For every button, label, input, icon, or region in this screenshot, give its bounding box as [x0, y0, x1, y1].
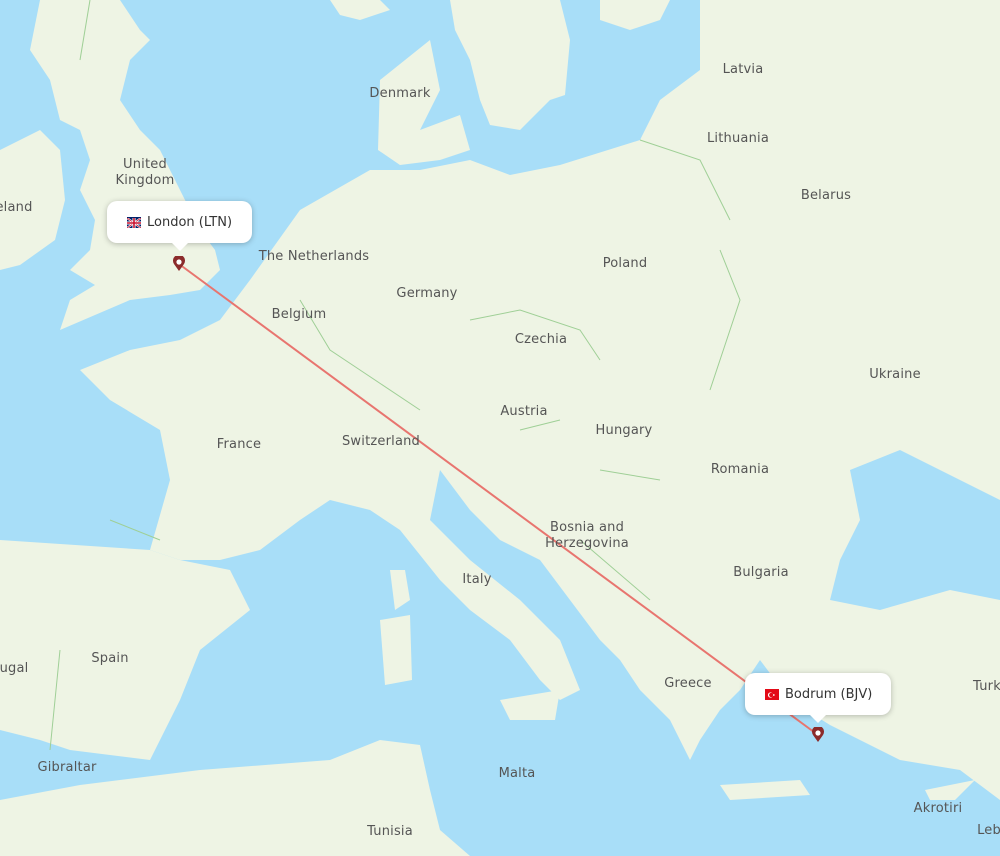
origin-marker-icon[interactable] [172, 254, 186, 271]
label-belgium: Belgium [271, 307, 327, 322]
gb-flag-icon [126, 217, 142, 229]
label-bulgaria: Bulgaria [733, 565, 789, 580]
label-belarus: Belarus [800, 188, 852, 203]
land-sicily [500, 690, 560, 720]
origin-label: London (LTN) [147, 214, 233, 230]
label-latvia: Latvia [722, 62, 764, 77]
tr-flag-icon [765, 689, 779, 700]
label-greece: Greece [664, 676, 712, 691]
label-austria: Austria [500, 404, 548, 419]
destination-popup[interactable]: Bodrum (BJV) [745, 673, 891, 723]
land-corsica-sardinia [380, 570, 412, 685]
label-czechia: Czechia [514, 332, 568, 347]
destination-marker-icon[interactable] [811, 725, 825, 742]
land-crete [720, 780, 810, 800]
label-spain: Spain [91, 651, 129, 666]
label-akrotiri: Akrotiri [913, 801, 963, 816]
route-map[interactable]: Latvia Denmark Lithuania United Kingdom … [0, 0, 1000, 856]
origin-popup[interactable]: London (LTN) [107, 201, 252, 251]
label-denmark: Denmark [369, 86, 431, 101]
label-hungary: Hungary [595, 423, 653, 438]
land-iberia [0, 540, 250, 760]
label-portugal: ugal [0, 661, 29, 676]
label-germany: Germany [396, 286, 458, 301]
label-malta: Malta [498, 766, 536, 781]
land-denmark [378, 40, 470, 165]
label-france: France [216, 437, 262, 452]
label-united-kingdom: United Kingdom [115, 157, 175, 188]
label-italy: Italy [462, 572, 492, 587]
label-the-netherlands: The Netherlands [258, 249, 370, 264]
label-gibraltar: Gibraltar [37, 760, 97, 775]
map-base [0, 0, 1000, 856]
label-turkey: Turk [973, 679, 1000, 694]
label-tunisia: Tunisia [367, 824, 413, 839]
label-poland: Poland [602, 256, 648, 271]
label-bosnia-and-herzegovina: Bosnia and Herzegovina [545, 520, 629, 551]
label-ireland: eland [0, 200, 33, 215]
land-cyprus [925, 780, 975, 800]
label-lithuania: Lithuania [706, 131, 770, 146]
label-switzerland: Switzerland [341, 434, 421, 449]
destination-label: Bodrum (BJV) [785, 686, 873, 702]
label-romania: Romania [710, 462, 770, 477]
label-lebanon: Leb [977, 823, 1000, 838]
label-ukraine: Ukraine [869, 367, 921, 382]
